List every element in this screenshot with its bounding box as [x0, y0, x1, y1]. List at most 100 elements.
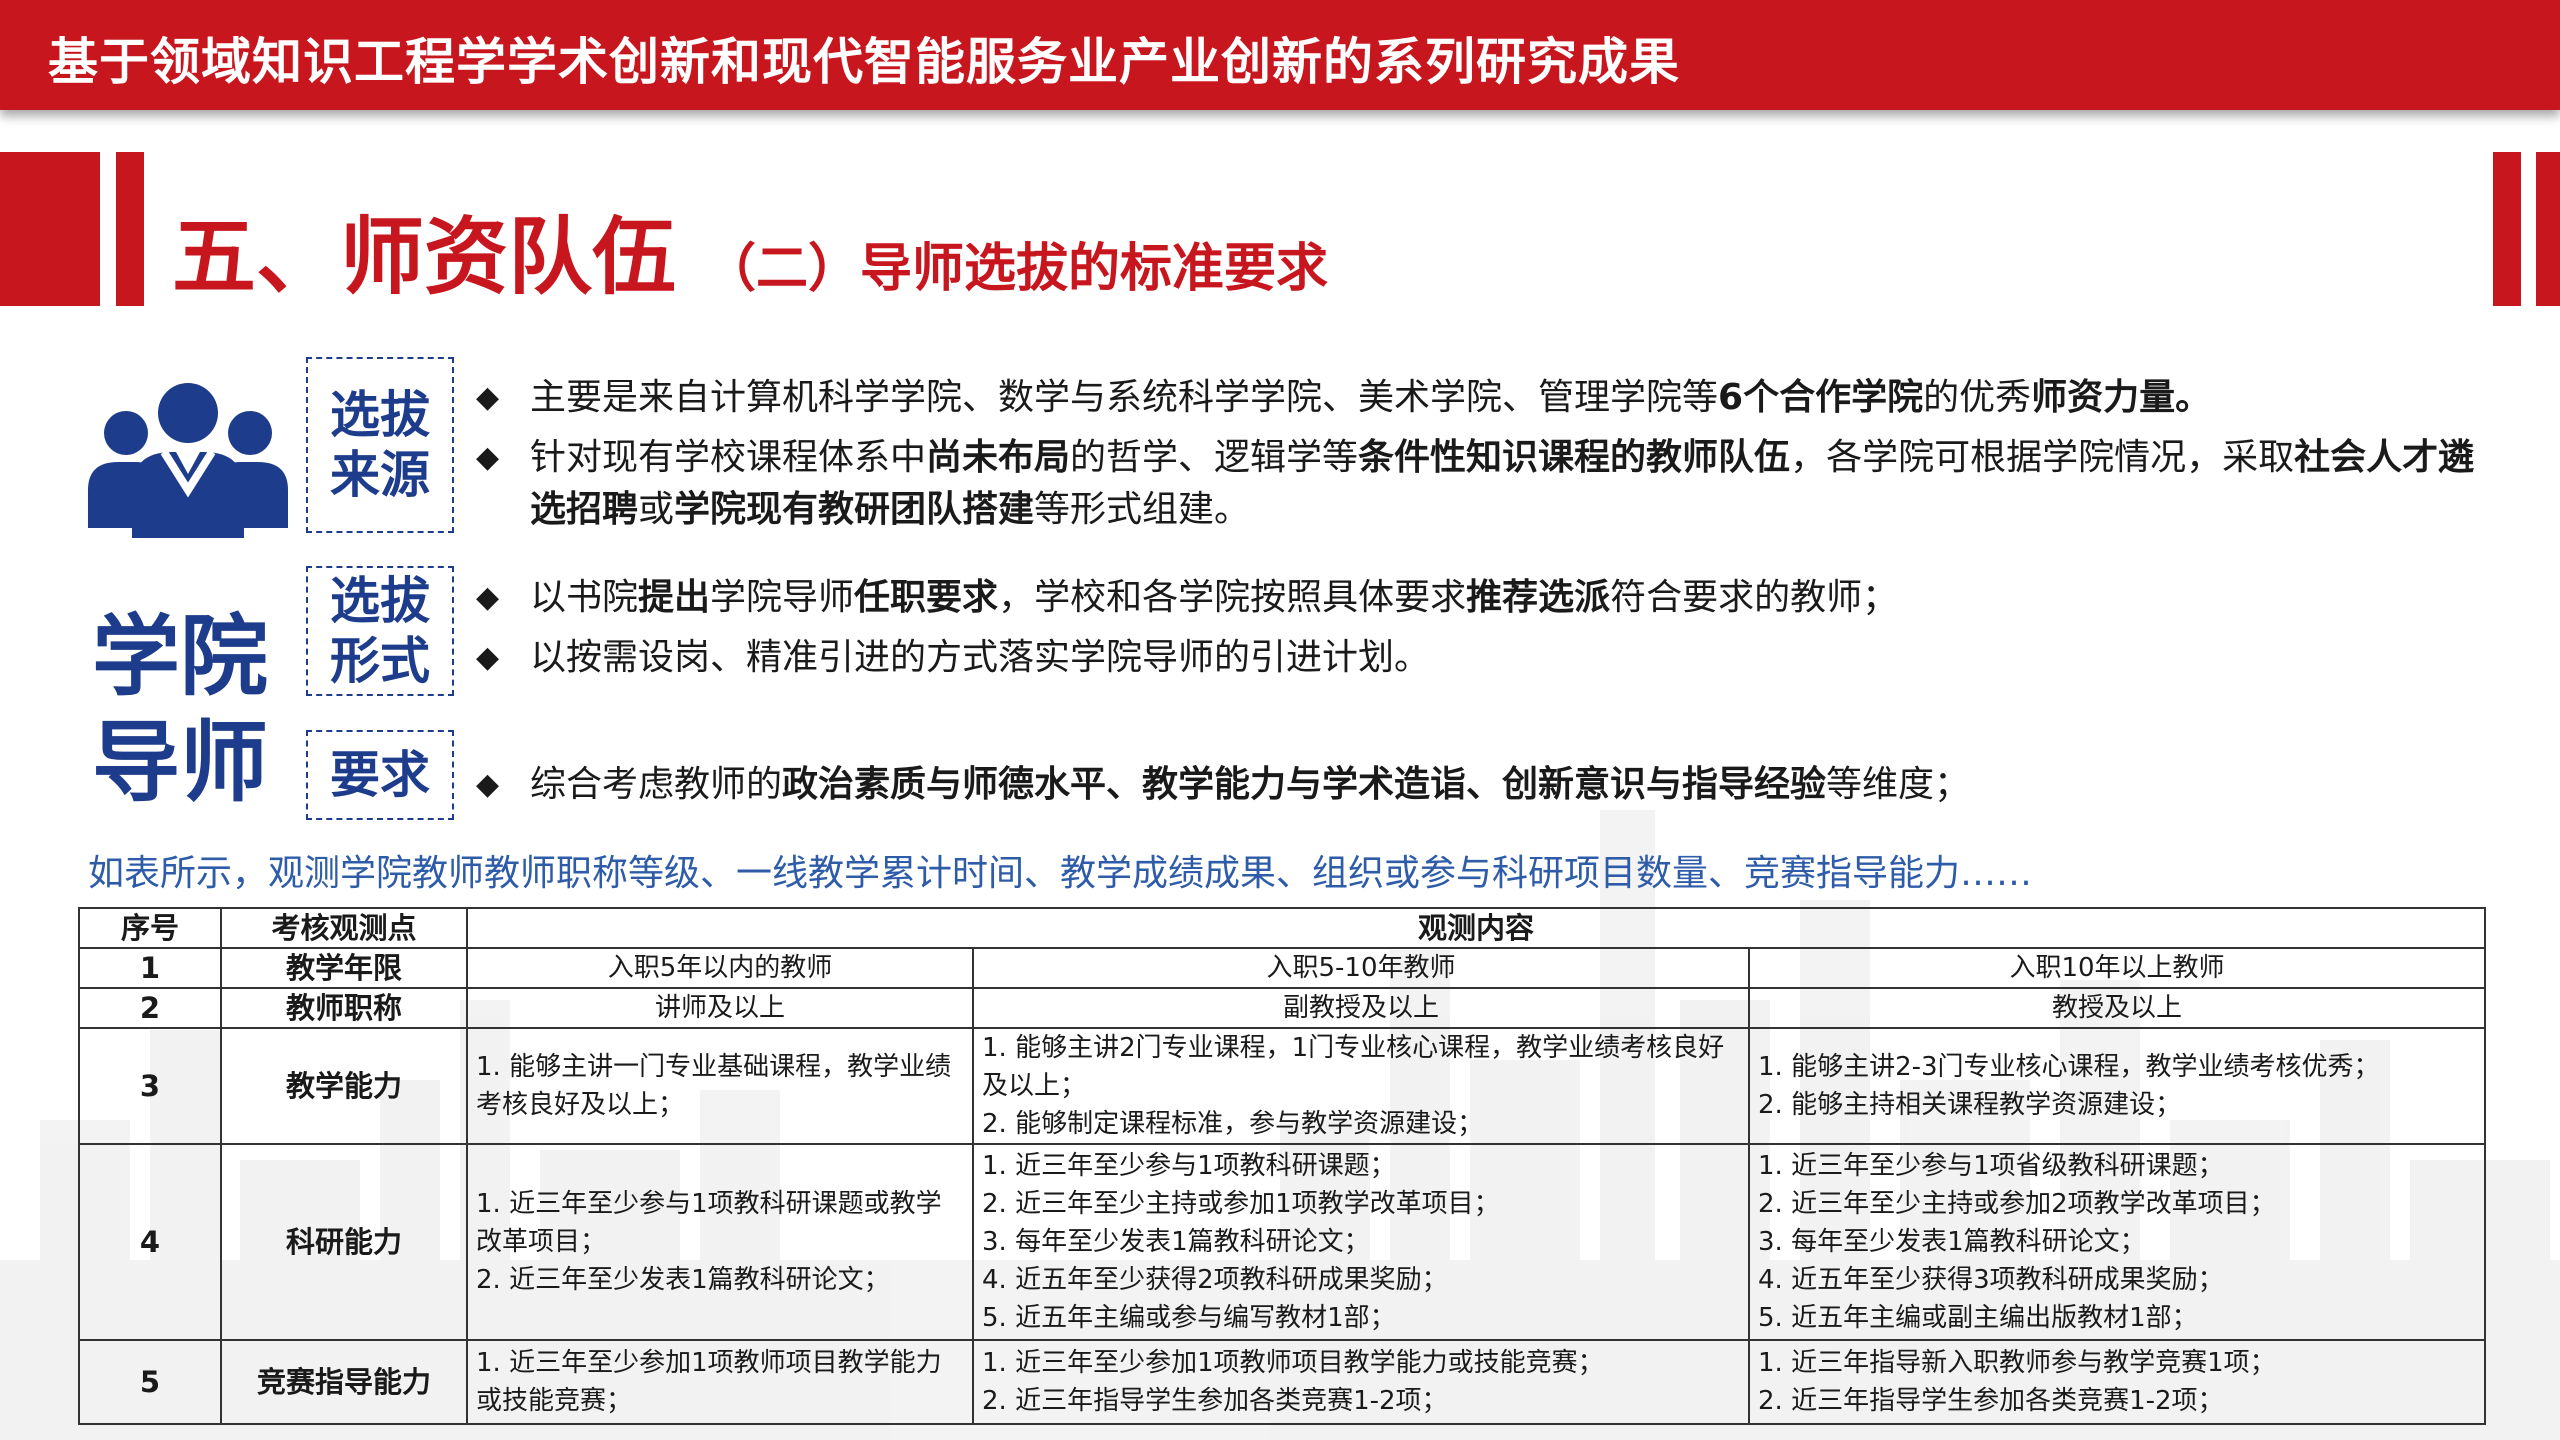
cell-line: 2. 近三年至少主持或参加1项教学改革项目； — [982, 1189, 1500, 1219]
text-run: 等形式组建。 — [1034, 489, 1251, 530]
label-selection-source-text: 选拔来源 — [330, 386, 430, 504]
table-row: 1 教学年限 入职5年以内的教师 入职5-10年教师 入职10年以上教师 — [78, 947, 2486, 989]
table-cell: 1. 近三年至少参与1项省级教科研课题； 2. 近三年至少主持或参加2项教学改革项… — [1748, 1143, 2486, 1341]
cell-line: 2. 近三年至少主持或参加2项教学改革项目； — [1758, 1189, 2276, 1219]
bold-text-run: 政治素质与师德水平、教学能力与学术造诣、创新意识与指导经验 — [782, 764, 1827, 805]
label-requirement-text: 要求 — [330, 746, 430, 804]
table-intro-note: 如表所示，观测学院教师教师职称等级、一线教学累计时间、教学成绩成果、组织或参与科… — [88, 853, 2033, 894]
table-cell: 1. 近三年至少参加1项教师项目教学能力或技能竞赛； — [466, 1339, 974, 1425]
bullet-text: 综合考虑教师的政治素质与师德水平、教学能力与学术造诣、创新意识与指导经验等维度； — [530, 764, 1970, 805]
cell-line: 2. 能够制定课程标准，参与教学资源建设； — [982, 1109, 1484, 1139]
bold-text-run: 任职要求 — [854, 577, 999, 618]
bullet-item: ◆ 以按需设岗、精准引进的方式落实学院导师的引进计划。 — [470, 632, 2490, 684]
table-cell: 1. 近三年指导新入职教师参与教学竞赛1项； 2. 近三年指导学生参加各类竞赛1-… — [1748, 1339, 2486, 1425]
cell-line: 2. 近三年指导学生参加各类竞赛1-2项； — [1758, 1386, 2224, 1416]
label-selection-source: 选拔来源 — [306, 357, 454, 533]
table-row: 3 教学能力 1. 能够主讲一门专业基础课程，教学业绩考核良好及以上； 1. 能够主讲… — [78, 1027, 2486, 1145]
table-cell: 入职10年以上教师 — [1748, 947, 2486, 989]
left-red-bar-thick — [0, 152, 100, 306]
bullets-requirement: ◆ 综合考虑教师的政治素质与师德水平、教学能力与学术造诣、创新意识与指导经验等维度… — [470, 759, 2490, 819]
bold-text-run: 师资力量。 — [2031, 377, 2212, 418]
diamond-bullet-icon: ◆ — [476, 380, 500, 415]
left-red-bar-thin — [116, 152, 144, 306]
cell-line: 4. 近五年至少获得2项教科研成果奖励； — [982, 1265, 1448, 1295]
cell-line: 1. 近三年至少参与1项教科研课题或教学改革项目； — [476, 1189, 942, 1257]
cell-line: 4. 近五年至少获得3项教科研成果奖励； — [1758, 1265, 2224, 1295]
diamond-bullet-icon: ◆ — [476, 580, 500, 615]
header-no: 序号 — [78, 907, 222, 949]
row-number: 2 — [78, 987, 222, 1029]
row-number: 3 — [78, 1027, 222, 1145]
row-assessment-point: 竞赛指导能力 — [220, 1339, 468, 1425]
text-run: 或 — [638, 489, 675, 530]
cell-line: 入职5-10年教师 — [1266, 953, 1456, 983]
text-run: 符合要求的教师； — [1610, 577, 1899, 618]
row-assessment-point: 教学年限 — [220, 947, 468, 989]
text-run: 主要是来自计算机科学学院、数学与系统科学学院、美术学院、管理学院等 — [530, 377, 1719, 418]
cell-line: 5. 近五年主编或副主编出版教材1部； — [1758, 1303, 2198, 1333]
row-assessment-point: 教学能力 — [220, 1027, 468, 1145]
text-run: 的哲学、逻辑学等 — [1070, 437, 1359, 478]
top-banner: 基于领域知识工程学学术创新和现代智能服务业产业创新的系列研究成果 — [0, 0, 2560, 110]
bullets-form: ◆ 以书院提出学院导师任职要求，学校和各学院按照具体要求推荐选派符合要求的教师； … — [470, 572, 2490, 692]
text-run: 的优秀 — [1923, 377, 2032, 418]
assessment-table: 序号 考核观测点 观测内容 1 教学年限 入职5年以内的教师 入职5-10年教师 入职1… — [78, 907, 2486, 1425]
cell-line: 2. 能够主持相关课程教学资源建设； — [1758, 1090, 2182, 1120]
table-cell: 1. 能够主讲2-3门专业核心课程，教学业绩考核优秀； 2. 能够主持相关课程教学… — [1748, 1027, 2486, 1145]
table-cell: 1. 能够主讲一门专业基础课程，教学业绩考核良好及以上； — [466, 1027, 974, 1145]
cell-line: 3. 每年至少发表1篇教科研论文； — [1758, 1227, 2146, 1257]
bullet-item: ◆ 主要是来自计算机科学学院、数学与系统科学学院、美术学院、管理学院等6个合作学院… — [470, 372, 2490, 424]
cell-line: 1. 近三年至少参加1项教师项目教学能力或技能竞赛； — [476, 1348, 942, 1416]
diamond-bullet-icon: ◆ — [476, 640, 500, 675]
row-assessment-point: 科研能力 — [220, 1143, 468, 1341]
text-run: 综合考虑教师的 — [530, 764, 783, 805]
cell-line: 1. 能够主讲2-3门专业核心课程，教学业绩考核优秀； — [1758, 1052, 2380, 1082]
cell-line: 讲师及以上 — [654, 993, 785, 1023]
bullet-item: ◆ 以书院提出学院导师任职要求，学校和各学院按照具体要求推荐选派符合要求的教师； — [470, 572, 2490, 624]
table-cell: 讲师及以上 — [466, 987, 974, 1029]
label-requirement: 要求 — [306, 730, 454, 820]
bold-text-run: 条件性知识课程的教师队伍 — [1358, 437, 1791, 478]
bold-text-run: 提出 — [638, 577, 711, 618]
banner-title: 基于领域知识工程学学术创新和现代智能服务业产业创新的系列研究成果 — [48, 33, 1680, 91]
cell-line: 2. 近三年指导学生参加各类竞赛1-2项； — [982, 1386, 1448, 1416]
table-cell: 教授及以上 — [1748, 987, 2486, 1029]
text-run: ，学校和各学院按照具体要求 — [998, 577, 1467, 618]
cell-line: 1. 能够主讲一门专业基础课程，教学业绩考核良好及以上； — [476, 1052, 952, 1120]
bold-text-run: 6个合作学院 — [1718, 377, 1924, 418]
cell-line: 1. 近三年至少参与1项教科研课题； — [982, 1151, 1396, 1181]
label-selection-form: 选拔形式 — [306, 566, 454, 696]
diamond-bullet-icon: ◆ — [476, 440, 500, 475]
bold-text-run: 学院现有教研团队搭建 — [674, 489, 1035, 530]
cell-line: 入职10年以上教师 — [2009, 953, 2225, 983]
text-run: 以书院 — [530, 577, 639, 618]
bullet-text: 主要是来自计算机科学学院、数学与系统科学学院、美术学院、管理学院等6个合作学院的… — [530, 377, 2211, 418]
row-number: 1 — [78, 947, 222, 989]
table-cell: 1. 近三年至少参加1项教师项目教学能力或技能竞赛； 2. 近三年指导学生参加各类… — [972, 1339, 1750, 1425]
bullet-item: ◆ 针对现有学校课程体系中尚未布局的哲学、逻辑学等条件性知识课程的教师队伍，各学院… — [470, 432, 2490, 536]
diamond-bullet-icon: ◆ — [476, 767, 500, 802]
bullet-item: ◆ 综合考虑教师的政治素质与师德水平、教学能力与学术造诣、创新意识与指导经验等维度… — [470, 759, 2490, 811]
table-cell: 1. 能够主讲2门专业课程，1门专业核心课程，教学业绩考核良好及以上； 2. 能够… — [972, 1027, 1750, 1145]
cell-line: 1. 近三年至少参与1项省级教科研课题； — [1758, 1151, 2224, 1181]
cell-line: 入职5年以内的教师 — [607, 953, 833, 983]
section-heading-sub: （二）导师选拔的标准要求 — [704, 239, 1329, 299]
table-cell: 入职5年以内的教师 — [466, 947, 974, 989]
table-body: 1 教学年限 入职5年以内的教师 入职5-10年教师 入职10年以上教师 2 教师职称 讲师及… — [78, 947, 2486, 1425]
table-row: 4 科研能力 1. 近三年至少参与1项教科研课题或教学改革项目； 2. 近三年至少发表… — [78, 1143, 2486, 1341]
cell-line: 1. 能够主讲2门专业课程，1门专业核心课程，教学业绩考核良好及以上； — [982, 1033, 1725, 1101]
cell-line: 5. 近五年主编或参与编写教材1部； — [982, 1303, 1396, 1333]
table-cell: 1. 近三年至少参与1项教科研课题或教学改革项目； 2. 近三年至少发表1篇教科研… — [466, 1143, 974, 1341]
table-cell: 入职5-10年教师 — [972, 947, 1750, 989]
bullet-text: 以书院提出学院导师任职要求，学校和各学院按照具体要求推荐选派符合要求的教师； — [530, 577, 1898, 618]
text-run: ，各学院可根据学院情况，采取 — [1790, 437, 2295, 478]
cell-line: 1. 近三年至少参加1项教师项目教学能力或技能竞赛； — [982, 1348, 1604, 1378]
table-row: 5 竞赛指导能力 1. 近三年至少参加1项教师项目教学能力或技能竞赛； 1. 近三年至… — [78, 1339, 2486, 1425]
section-heading-main: 五、师资队伍 — [172, 208, 677, 306]
cell-line: 副教授及以上 — [1282, 993, 1439, 1023]
table-row: 2 教师职称 讲师及以上 副教授及以上 教授及以上 — [78, 987, 2486, 1029]
text-run: 学院导师 — [710, 577, 855, 618]
label-selection-form-text: 选拔形式 — [330, 572, 430, 690]
cell-line: 1. 近三年指导新入职教师参与教学竞赛1项； — [1758, 1348, 2276, 1378]
table-cell: 副教授及以上 — [972, 987, 1750, 1029]
